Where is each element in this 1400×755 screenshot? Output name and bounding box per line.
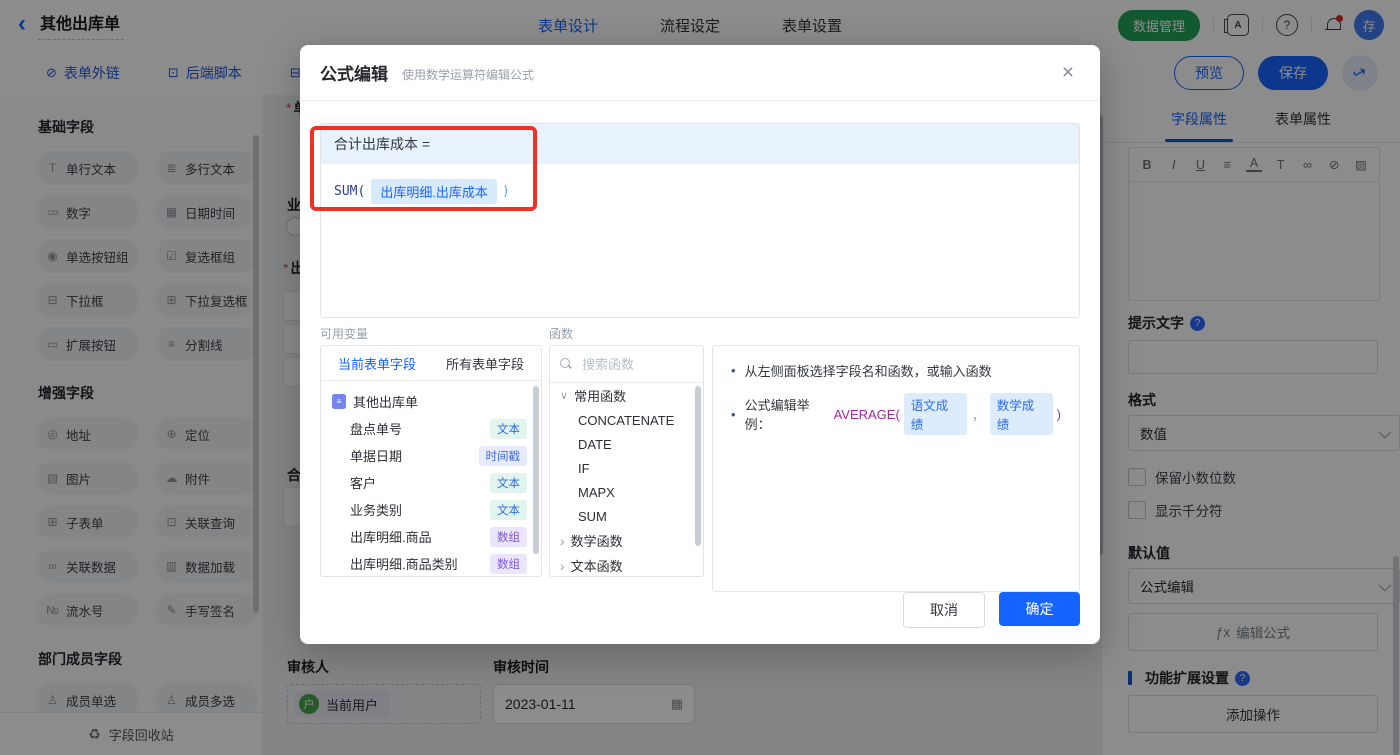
app-root: ‹ 其他出库单 表单设计 流程设定 表单设置 数据管理 A ? 存 ⊘ 表单外链… [0, 0, 1400, 755]
formula-editor[interactable]: 合计出库成本 = SUM( 出库明细.出库成本 ) [320, 123, 1080, 318]
function-item-mapx[interactable]: MAPX [550, 480, 703, 504]
function-item-if[interactable]: IF [550, 456, 703, 480]
type-badge: 时间戳 [478, 445, 527, 466]
formula-close-paren: ) [501, 184, 510, 199]
help-line-2: • 公式编辑举例： AVERAGE( 语文成绩 ， 数学成绩 ) [713, 393, 1079, 435]
variables-tabs: 当前表单字段 所有表单字段 [321, 346, 541, 381]
bullet-icon: • [731, 363, 736, 378]
modal-subtitle: 使用数学运算符编辑公式 [402, 67, 535, 82]
type-badge: 文本 [490, 472, 527, 493]
tab-all-form-fields[interactable]: 所有表单字段 [446, 354, 524, 373]
modal-footer: 取消 确定 [300, 589, 1100, 644]
function-item-date[interactable]: DATE [550, 432, 703, 456]
chevron-expanded-icon: ∨ [560, 390, 569, 402]
modal-header: 公式编辑 使用数学运算符编辑公式 × [300, 45, 1100, 101]
variables-panel: 当前表单字段 所有表单字段 ≡ 其他出库单 盘点单号 文本 单据日期 时间戳 客… [320, 345, 542, 577]
example-close-paren: ) [1056, 406, 1061, 422]
function-search-input[interactable] [580, 355, 684, 373]
variable-name: 出库明细.商品 [350, 530, 432, 545]
comma: ， [971, 407, 985, 423]
variable-name: 盘点单号 [350, 422, 403, 437]
variable-name: 单据日期 [350, 449, 403, 464]
formula-expression-row[interactable]: SUM( 出库明细.出库成本 ) [321, 164, 1079, 219]
help-line-1: • 从左侧面板选择字段名和函数，或输入函数 [731, 363, 992, 379]
function-group-text[interactable]: › 文本函数 [550, 553, 703, 576]
close-icon[interactable]: × [1056, 62, 1080, 83]
chevron-collapsed-icon: › [560, 532, 565, 549]
variable-row[interactable]: 盘点单号 文本 [321, 415, 541, 442]
group-label: 文本函数 [570, 559, 623, 574]
group-label: 数学函数 [570, 534, 623, 549]
type-badge: 数组 [490, 526, 527, 547]
tree-root-label: 其他出库单 [353, 395, 419, 410]
search-icon [560, 358, 572, 370]
example-field-pill: 数学成绩 [989, 393, 1053, 435]
chevron-collapsed-icon: › [560, 557, 565, 574]
variable-row[interactable]: 客户 文本 [321, 469, 541, 496]
form-doc-icon: ≡ [332, 394, 346, 409]
variable-row[interactable]: 业务类别 文本 [321, 496, 541, 523]
function-item-concatenate[interactable]: CONCATENATE [550, 408, 703, 432]
formula-edit-modal: 公式编辑 使用数学运算符编辑公式 × 合计出库成本 = SUM( 出库明细.出库… [300, 45, 1100, 644]
variables-tree: ≡ 其他出库单 盘点单号 文本 单据日期 时间戳 客户 文本 业务类别 文本 出… [321, 381, 541, 576]
bullet-icon: • [731, 406, 736, 422]
help-panel: • 从左侧面板选择字段名和函数，或输入函数 • 公式编辑举例： AVERAGE(… [712, 345, 1080, 592]
variable-name: 客户 [350, 476, 377, 491]
type-badge: 文本 [490, 418, 527, 439]
cancel-button[interactable]: 取消 [903, 592, 985, 628]
function-search[interactable] [550, 346, 703, 383]
variables-scrollbar[interactable] [533, 386, 539, 554]
example-function-name: AVERAGE( [833, 406, 900, 422]
function-group-common[interactable]: ∨ 常用函数 [550, 383, 703, 408]
tree-root-form[interactable]: ≡ 其他出库单 [321, 388, 541, 415]
confirm-button[interactable]: 确定 [999, 592, 1080, 626]
variable-row[interactable]: 出库明细.商品类别 数组 [321, 550, 541, 576]
function-item-sum[interactable]: SUM [550, 504, 703, 528]
formula-target-label: 合计出库成本 = [334, 136, 431, 152]
variables-section-label: 可用变量 [320, 327, 369, 341]
type-badge: 数组 [490, 553, 527, 574]
modal-title: 公式编辑 [320, 65, 388, 84]
formula-field-pill[interactable]: 出库明细.出库成本 [371, 179, 497, 204]
variable-row[interactable]: 出库明细.商品 数组 [321, 523, 541, 550]
functions-scrollbar[interactable] [695, 386, 701, 546]
variable-row[interactable]: 单据日期 时间戳 [321, 442, 541, 469]
variable-name: 业务类别 [350, 503, 403, 518]
formula-target-row: 合计出库成本 = [321, 124, 1079, 164]
example-field-pill: 语文成绩 [903, 393, 967, 435]
group-label: 常用函数 [574, 389, 627, 404]
formula-function-name: SUM( [334, 184, 366, 199]
variable-name: 出库明细.商品类别 [350, 557, 458, 572]
functions-section-label: 函数 [549, 327, 574, 341]
tab-current-form-fields[interactable]: 当前表单字段 [338, 354, 416, 373]
type-badge: 文本 [490, 499, 527, 520]
functions-panel: ∨ 常用函数 CONCATENATE DATE IF MAPX SUM › 数学… [549, 345, 704, 577]
function-group-math[interactable]: › 数学函数 [550, 528, 703, 553]
